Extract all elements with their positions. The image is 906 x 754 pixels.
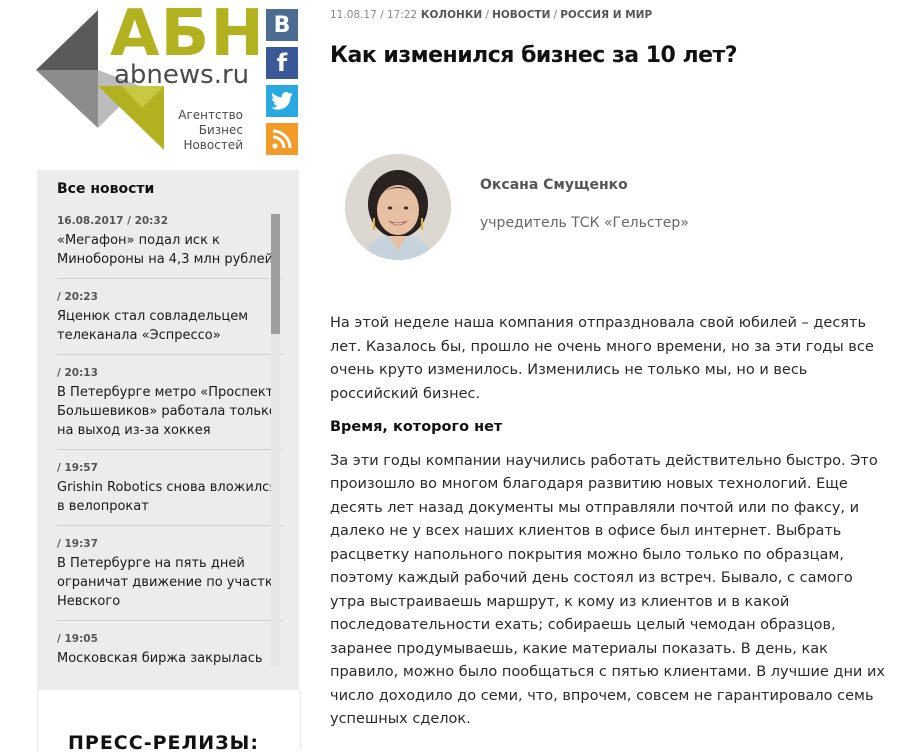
- facebook-icon: f: [276, 49, 288, 77]
- news-headline-link[interactable]: Московская биржа закрылась: [57, 649, 283, 668]
- rss-feed-button[interactable]: [266, 123, 298, 155]
- category-separator: /: [485, 9, 490, 21]
- news-time: / 19:37: [57, 538, 98, 550]
- author-name[interactable]: Оксана Смущенко: [480, 177, 628, 193]
- twitter-bird-icon: [266, 85, 298, 117]
- article-paragraph: На этой неделе наша компания отпразднова…: [330, 315, 874, 402]
- category-link[interactable]: КОЛОНКИ: [421, 9, 482, 21]
- article-body: На этой неделе наша компания отпразднова…: [330, 312, 890, 742]
- news-item[interactable]: / 20:23 Яценюк стал совладельцем телекан…: [57, 290, 283, 355]
- article-meta: 11.08.17 / 17:22 КОЛОНКИ / НОВОСТИ / РОССИЯ …: [330, 9, 652, 21]
- logo-abbreviation: АБН: [110, 0, 265, 71]
- news-time: / 19:57: [57, 462, 98, 474]
- article-date: 11.08.17 / 17:22: [330, 9, 418, 21]
- rss-icon: [266, 123, 298, 155]
- news-headline-link[interactable]: Яценюк стал совладельцем телеканала «Эсп…: [57, 307, 283, 345]
- press-releases-title[interactable]: ПРЕСС-РЕЛИЗЫ:: [68, 732, 259, 754]
- author-role: учредитель ТСК «Гельстер»: [480, 215, 689, 231]
- news-scrollbar-thumb[interactable]: [271, 214, 280, 334]
- press-releases-panel: ПРЕСС-РЕЛИЗЫ:: [37, 690, 301, 754]
- news-item[interactable]: / 19:05 Московская биржа закрылась: [57, 632, 283, 677]
- news-item[interactable]: / 20:13 В Петербурге метро «Проспект Бол…: [57, 366, 283, 450]
- news-item[interactable]: 16.08.2017 / 20:32 «Мегафон» подал иск к…: [57, 214, 283, 279]
- news-headline-link[interactable]: Grishin Robotics снова вложился в велопр…: [57, 478, 283, 516]
- logo-tagline-line: Агентство: [178, 108, 243, 122]
- article-title: Как изменился бизнес за 10 лет?: [330, 43, 738, 68]
- news-feed-panel: Все новости 16.08.2017 / 20:32 «Мегафон»…: [37, 170, 299, 690]
- vk-share-button[interactable]: В: [266, 9, 298, 41]
- logo-tagline: Агентство Бизнес Новостей: [178, 108, 243, 153]
- article-paragraph: За эти годы компании научились работать …: [330, 452, 885, 728]
- category-link[interactable]: НОВОСТИ: [492, 9, 550, 21]
- logo-site-name: abnews.ru: [114, 60, 250, 90]
- news-headline-link[interactable]: В Петербурге метро «Проспект Большевиков…: [57, 383, 283, 440]
- vk-icon: В: [273, 12, 291, 38]
- news-time: / 19:05: [57, 633, 98, 645]
- news-time: / 20:23: [57, 291, 98, 303]
- facebook-share-button[interactable]: f: [266, 47, 298, 79]
- news-time: / 20:13: [57, 367, 98, 379]
- news-item[interactable]: / 19:57 Grishin Robotics снова вложился …: [57, 461, 283, 526]
- social-links: В f: [266, 9, 298, 161]
- news-headline-link[interactable]: В Петербурге на пять дней ограничат движ…: [57, 554, 283, 611]
- news-item[interactable]: / 19:37 В Петербурге на пять дней ограни…: [57, 537, 283, 621]
- logo-tagline-line: Новостей: [183, 138, 243, 152]
- twitter-share-button[interactable]: [266, 85, 298, 117]
- news-scrollbar-track[interactable]: [271, 214, 280, 666]
- news-list: 16.08.2017 / 20:32 «Мегафон» подал иск к…: [57, 214, 283, 688]
- author-avatar[interactable]: [345, 154, 451, 260]
- news-time: 16.08.2017 / 20:32: [57, 215, 168, 227]
- logo-tagline-line: Бизнес: [198, 123, 243, 137]
- category-link[interactable]: РОССИЯ И МИР: [560, 9, 652, 21]
- news-headline-link[interactable]: «Мегафон» подал иск к Минобороны на 4,3 …: [57, 231, 283, 269]
- site-logo[interactable]: АБН abnews.ru Агентство Бизнес Новостей: [36, 2, 264, 158]
- article-subheading: Время, которого нет: [330, 419, 503, 435]
- author-portrait-icon: [345, 154, 451, 260]
- category-separator: /: [553, 9, 558, 21]
- news-feed-title[interactable]: Все новости: [57, 181, 154, 197]
